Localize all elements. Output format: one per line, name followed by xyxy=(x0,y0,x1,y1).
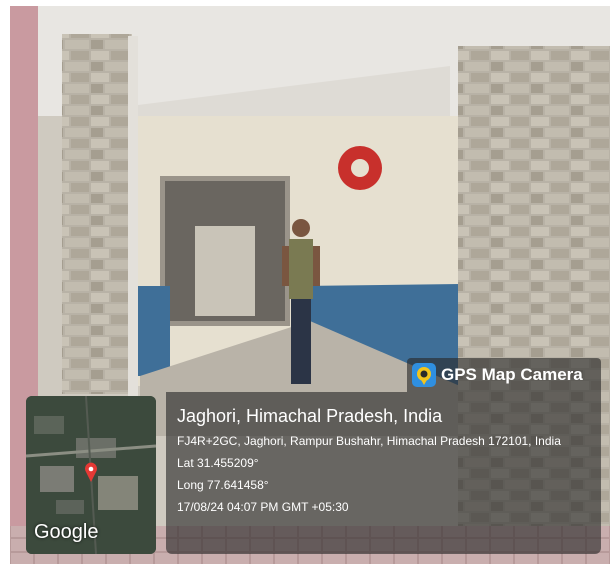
timestamp: 17/08/24 04:07 PM GMT +05:30 xyxy=(177,500,349,514)
longitude: Long 77.641458° xyxy=(177,478,269,492)
google-logo: Google xyxy=(34,521,99,543)
location-pin-icon xyxy=(85,462,97,482)
gps-map-camera-badge: GPS Map Camera xyxy=(407,358,601,392)
badge-label: GPS Map Camera xyxy=(441,365,583,384)
location-info-panel: Jaghori, Himachal Pradesh, India FJ4R+2G… xyxy=(166,392,601,554)
location-title: Jaghori, Himachal Pradesh, India xyxy=(177,406,443,426)
location-address: FJ4R+2GC, Jaghori, Rampur Bushahr, Himac… xyxy=(177,434,561,448)
latitude: Lat 31.455209° xyxy=(177,456,259,470)
satellite-minimap: Google xyxy=(26,396,156,554)
gps-map-camera-app-icon xyxy=(412,363,436,387)
